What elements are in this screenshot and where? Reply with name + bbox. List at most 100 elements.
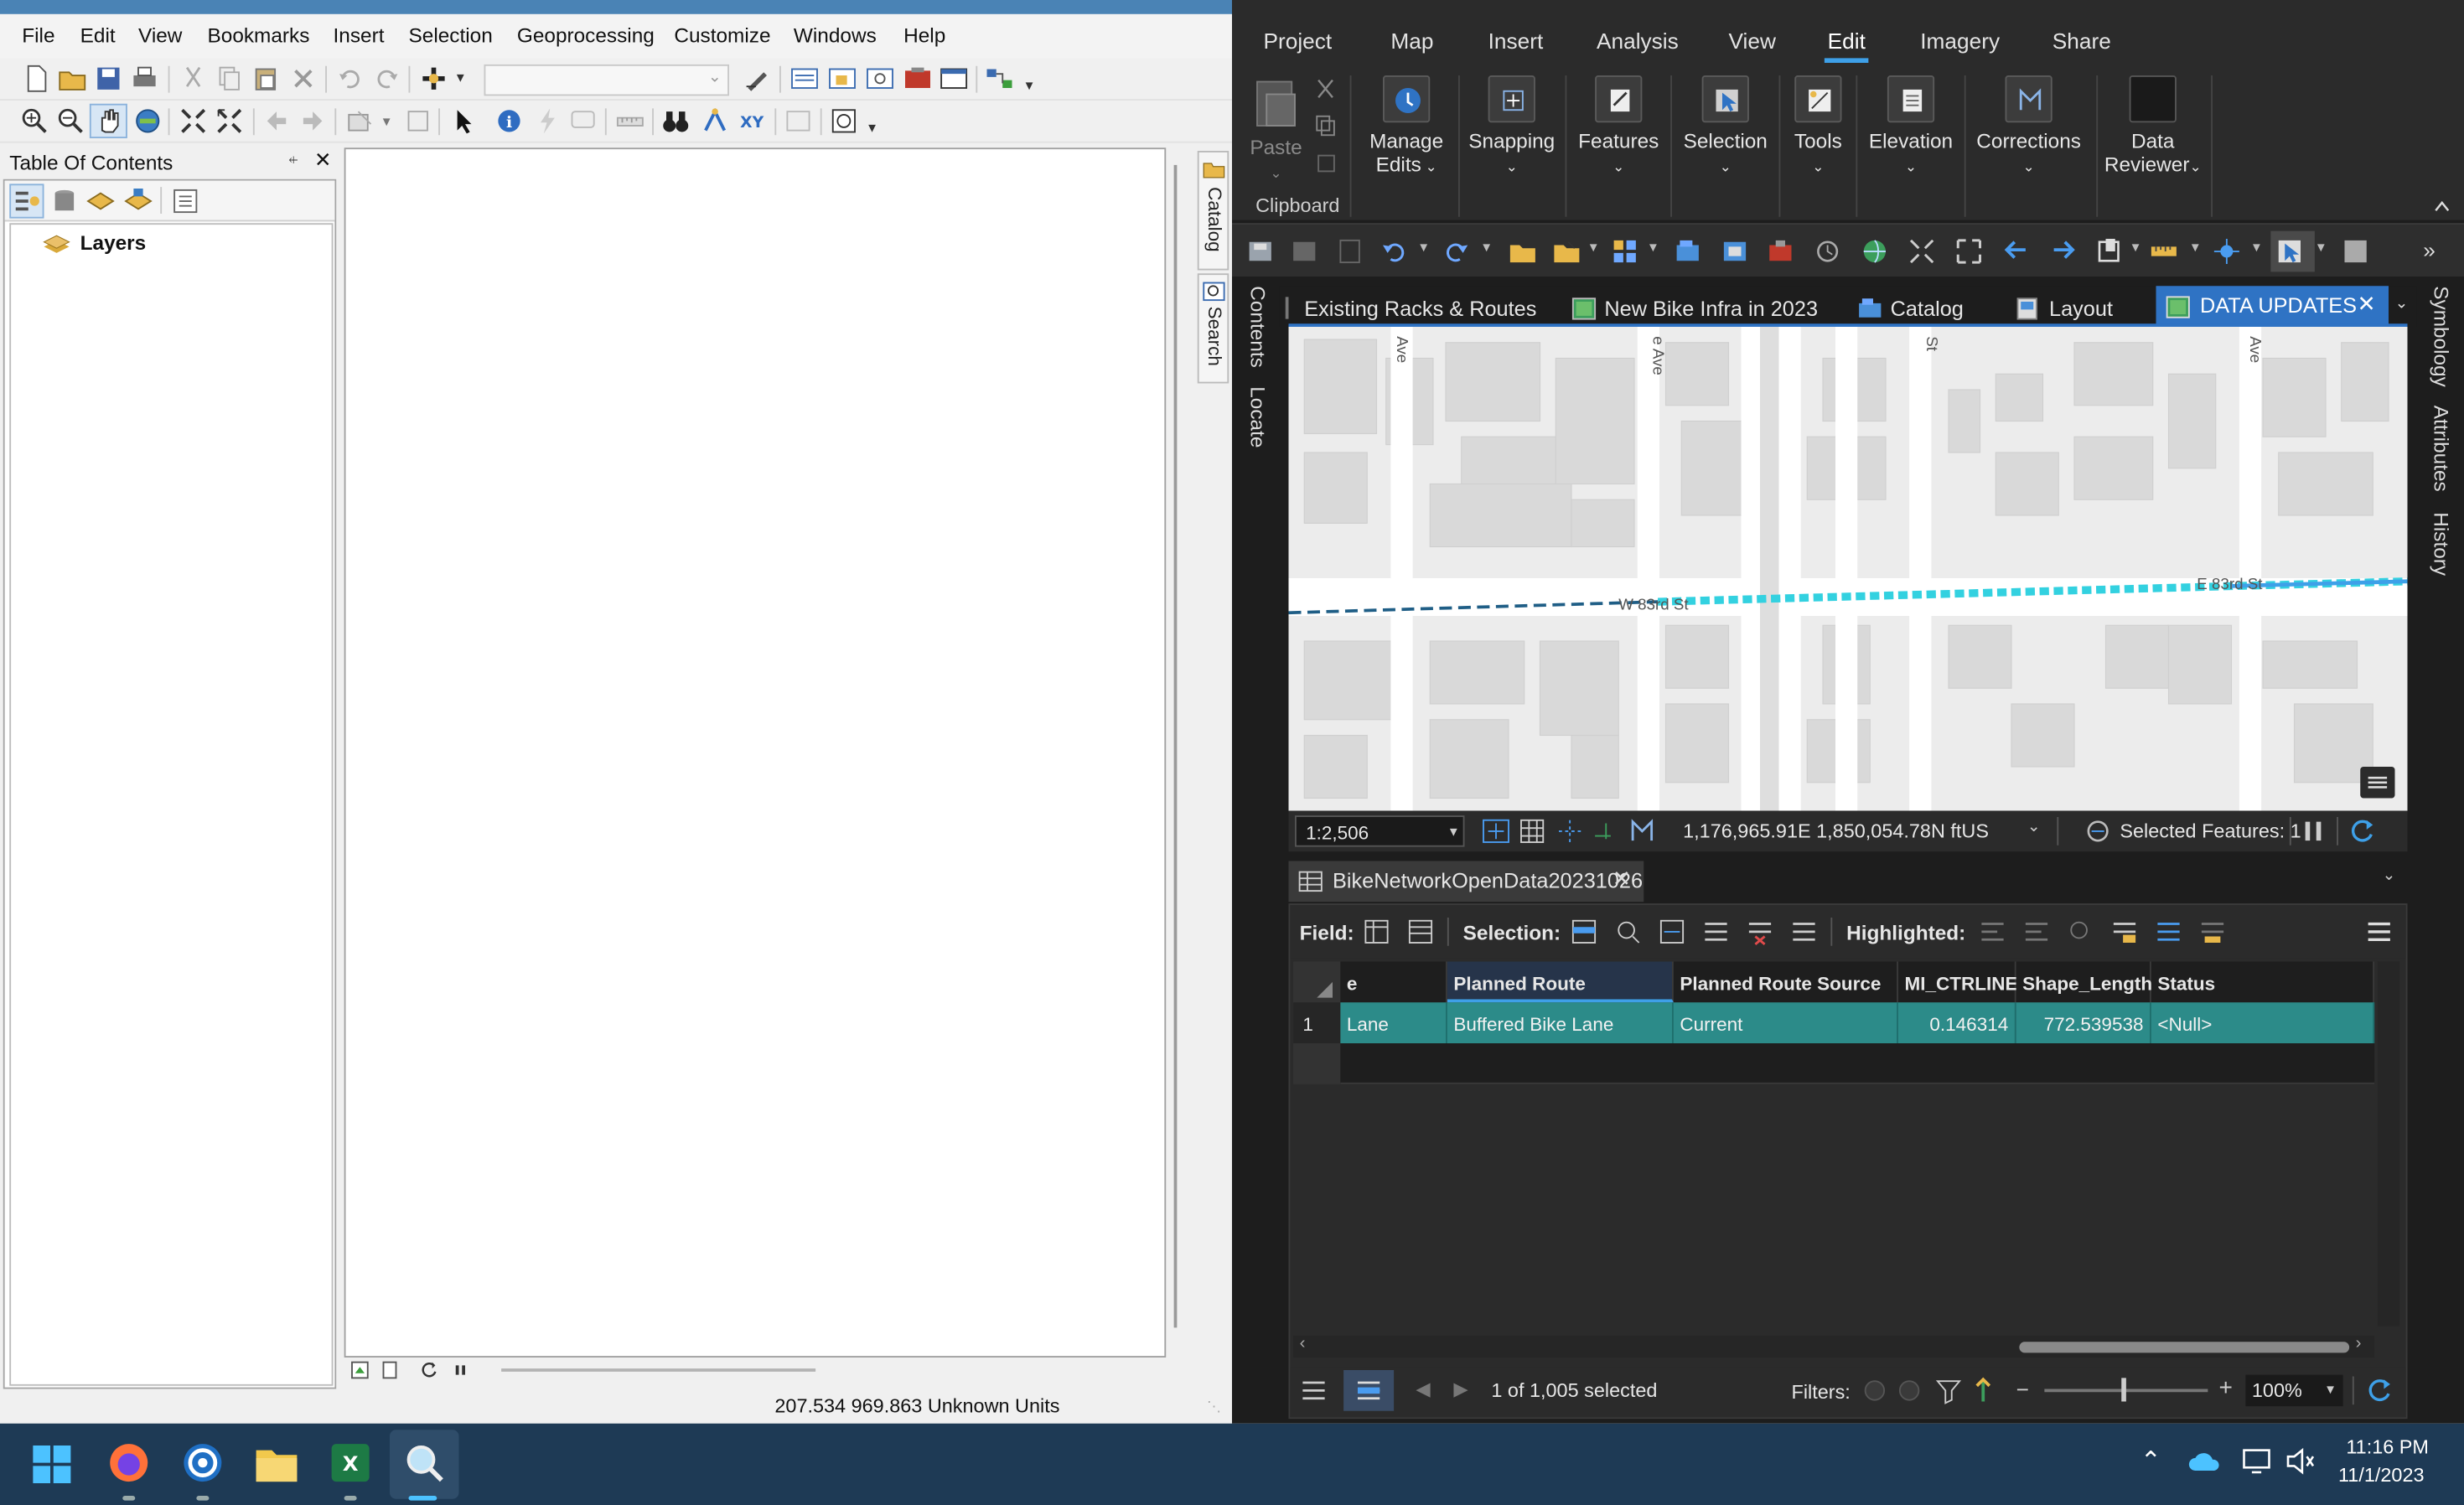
row-number[interactable]: 1 bbox=[1293, 1002, 1341, 1043]
tab-map[interactable]: Map bbox=[1390, 28, 1433, 54]
select-tool-icon[interactable] bbox=[2275, 237, 2304, 264]
tab-list-dropdown-icon[interactable]: ⌄ bbox=[2395, 296, 2409, 313]
delete-highlighted-icon[interactable] bbox=[2198, 918, 2227, 946]
catalog-window-icon[interactable] bbox=[828, 65, 857, 93]
list-by-selection-icon[interactable] bbox=[124, 187, 153, 215]
attribute-table-tab[interactable]: BikeNetworkOpenData20231026 ✕ bbox=[1288, 861, 1644, 902]
tab-insert[interactable]: Insert bbox=[1488, 28, 1544, 54]
zoom-out-table-icon[interactable]: − bbox=[2016, 1377, 2029, 1402]
file-explorer-icon[interactable] bbox=[255, 1442, 299, 1483]
globe-icon[interactable] bbox=[1861, 237, 1889, 264]
table-cell-shape-length[interactable]: 772.539538 bbox=[2016, 1002, 2151, 1043]
menu-view[interactable]: View bbox=[138, 23, 182, 47]
viewer-window-icon[interactable] bbox=[830, 107, 858, 136]
undo-icon[interactable] bbox=[336, 65, 365, 93]
menu-edit[interactable]: Edit bbox=[80, 23, 116, 47]
go-to-xy-icon[interactable]: XY bbox=[738, 107, 767, 136]
print-layout-icon[interactable] bbox=[1721, 237, 1749, 264]
table-cell-planned-route[interactable]: Buffered Bike Lane bbox=[1447, 1002, 1674, 1043]
previous-record-icon[interactable]: ▶ bbox=[1453, 1378, 1468, 1399]
editor-toolbar-icon[interactable] bbox=[743, 65, 772, 93]
close-icon[interactable]: ✕ bbox=[1612, 866, 1631, 892]
close-icon[interactable]: ✕ bbox=[314, 147, 331, 173]
elevation-button[interactable]: Elevation ⌄ bbox=[1861, 75, 1961, 179]
search-side-tab[interactable]: Search bbox=[1197, 273, 1229, 384]
table-zoom-thumb[interactable] bbox=[2121, 1378, 2126, 1402]
fixed-zoom-out-icon[interactable] bbox=[215, 107, 244, 136]
view-tab-new-bike-infra[interactable]: New Bike Infra in 2023 bbox=[1566, 289, 1849, 327]
firefox-icon[interactable] bbox=[107, 1440, 152, 1485]
symbology-dock-tab[interactable]: Symbology bbox=[2430, 286, 2453, 387]
show-selected-records-icon[interactable] bbox=[1354, 1377, 1383, 1405]
network-icon[interactable] bbox=[2241, 1446, 2273, 1477]
dynamic-constraints-icon[interactable] bbox=[1592, 817, 1620, 846]
go-back-icon[interactable] bbox=[262, 107, 291, 136]
grid-horizontal-scrollbar[interactable]: ‹ › bbox=[1293, 1334, 2375, 1358]
cut-icon[interactable] bbox=[1314, 79, 1339, 101]
onedrive-cloud-icon[interactable] bbox=[2187, 1449, 2222, 1474]
clear-selection-icon[interactable] bbox=[2342, 237, 2370, 264]
refresh-icon[interactable] bbox=[2346, 815, 2378, 847]
toc-options-icon[interactable] bbox=[171, 187, 199, 215]
menu-help[interactable]: Help bbox=[903, 23, 945, 47]
next-extent-icon[interactable] bbox=[2049, 237, 2078, 264]
arcmap-map-display[interactable] bbox=[344, 147, 1167, 1358]
list-by-source-icon[interactable] bbox=[50, 187, 79, 215]
redo-icon[interactable] bbox=[372, 65, 401, 93]
toolbox-icon[interactable] bbox=[1767, 237, 1795, 264]
clear-selection-icon[interactable] bbox=[404, 107, 432, 136]
time-filter-icon[interactable] bbox=[1897, 1378, 1922, 1403]
locate-dock-tab[interactable]: Locate bbox=[1246, 386, 1270, 447]
scroll-thumb[interactable] bbox=[2019, 1342, 2350, 1353]
show-hidden-icons-icon[interactable]: ⌃ bbox=[2140, 1446, 2161, 1477]
data-reviewer-button[interactable]: Data Reviewer⌄ bbox=[2101, 75, 2205, 179]
previous-extent-icon[interactable] bbox=[2002, 237, 2031, 264]
python-window-icon[interactable] bbox=[940, 65, 968, 93]
table-cell-source[interactable]: Current bbox=[1673, 1002, 1898, 1043]
menu-selection[interactable]: Selection bbox=[409, 23, 493, 47]
column-header-planned-route-source[interactable]: Planned Route Source bbox=[1673, 961, 1898, 1003]
copy-icon[interactable] bbox=[215, 65, 244, 93]
horizontal-scrollbar[interactable] bbox=[501, 1368, 816, 1372]
map-view[interactable]: Ave e Ave St Ave W 83rd St E 83rd St bbox=[1288, 327, 2408, 811]
list-by-drawing-order-icon[interactable] bbox=[13, 187, 41, 215]
history-dock-tab[interactable]: History bbox=[2430, 512, 2453, 576]
view-tab-existing-racks[interactable]: Existing Racks & Routes bbox=[1279, 289, 1562, 327]
table-cell-mi-ctrline[interactable]: 0.146314 bbox=[1898, 1002, 2016, 1043]
go-forward-icon[interactable] bbox=[298, 107, 327, 136]
column-header-mi-ctrline[interactable]: MI_CTRLINE bbox=[1898, 961, 2018, 1003]
map-overflow-button[interactable] bbox=[2360, 767, 2395, 799]
data-view-icon[interactable] bbox=[350, 1361, 370, 1380]
view-tab-catalog[interactable]: Catalog bbox=[1855, 289, 1996, 327]
add-data-icon[interactable] bbox=[420, 65, 448, 93]
search-window-icon[interactable] bbox=[866, 65, 894, 93]
tools-button[interactable]: Tools ⌄ bbox=[1783, 75, 1853, 179]
column-header-status[interactable]: Status bbox=[2151, 961, 2375, 1003]
measure-icon[interactable] bbox=[2150, 237, 2178, 264]
zoom-out-icon[interactable] bbox=[57, 107, 85, 136]
clock-time[interactable]: 11:16 PM bbox=[2346, 1436, 2429, 1458]
map-scroll-thumb[interactable] bbox=[1173, 164, 1178, 1328]
menu-file[interactable]: File bbox=[22, 23, 54, 47]
new-row[interactable] bbox=[1340, 1043, 2375, 1084]
snapping-button[interactable]: Snapping ⌄ bbox=[1463, 75, 1561, 179]
copy-icon[interactable] bbox=[1314, 115, 1339, 137]
unhighlight-icon[interactable] bbox=[2067, 918, 2095, 946]
pause-drawing-icon[interactable] bbox=[451, 1361, 470, 1380]
pan-icon[interactable] bbox=[95, 107, 123, 136]
view-tab-data-updates[interactable]: DATA UPDATES ✕ bbox=[2156, 286, 2389, 327]
constraints-icon[interactable] bbox=[1556, 817, 1584, 846]
features-button[interactable]: Features ⌄ bbox=[1570, 75, 1667, 179]
print-icon[interactable] bbox=[131, 65, 159, 93]
arctoolbox-icon[interactable] bbox=[903, 65, 932, 93]
tab-edit[interactable]: Edit bbox=[1828, 28, 1866, 54]
table-zoom-dropdown[interactable]: 100% ▼ bbox=[2245, 1374, 2343, 1407]
discard-edits-icon[interactable] bbox=[1290, 237, 1318, 264]
corrections-toggle-icon[interactable] bbox=[1628, 817, 1657, 846]
tab-imagery[interactable]: Imagery bbox=[1920, 28, 2000, 54]
clock-date[interactable]: 11/1/2023 bbox=[2338, 1465, 2425, 1487]
fixed-zoom-in-icon[interactable] bbox=[179, 107, 208, 136]
select-elements-icon[interactable] bbox=[449, 107, 478, 136]
first-record-icon[interactable]: ◀ bbox=[1416, 1378, 1430, 1399]
undo-icon[interactable] bbox=[1380, 237, 1408, 264]
